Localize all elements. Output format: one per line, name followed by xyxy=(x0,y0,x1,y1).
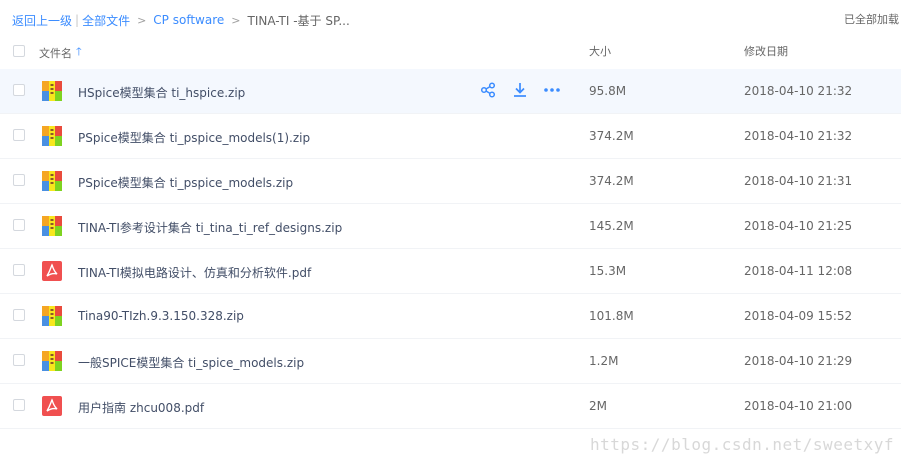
file-row[interactable]: PSpice模型集合 ti_pspice_models.zip 374.2M 201… xyxy=(0,159,901,204)
file-row[interactable]: PSpice模型集合 ti_pspice_models(1).zip 374.2M… xyxy=(0,114,901,159)
row-checkbox[interactable] xyxy=(13,264,25,276)
file-date: 2018-04-10 21:31 xyxy=(744,174,853,188)
file-size: 15.3M xyxy=(589,264,627,278)
file-size: 374.2M xyxy=(589,174,634,188)
pdf-icon xyxy=(42,396,62,416)
file-name[interactable]: 用户指南 zhcu008.pdf xyxy=(78,399,204,416)
header-name-label: 文件名 xyxy=(39,46,72,60)
file-size: 101.8M xyxy=(589,309,634,323)
breadcrumb-all-files-link[interactable]: 全部文件 xyxy=(82,12,130,29)
row-checkbox[interactable] xyxy=(13,174,25,186)
file-row[interactable]: TINA-TI模拟电路设计、仿真和分析软件.pdf 15.3M 2018-04-11… xyxy=(0,249,901,294)
file-size: 374.2M xyxy=(589,129,634,143)
file-date: 2018-04-10 21:32 xyxy=(744,84,853,98)
row-checkbox[interactable] xyxy=(13,84,25,96)
header-size-column[interactable]: 大小 xyxy=(589,43,611,59)
file-name[interactable]: TINA-TI参考设计集合 ti_tina_ti_ref_designs.zip xyxy=(78,219,342,236)
breadcrumb-back-link[interactable]: 返回上一级 xyxy=(12,12,72,29)
row-checkbox[interactable] xyxy=(13,399,25,411)
file-size: 145.2M xyxy=(589,219,634,233)
sort-arrow-up-icon: 🡑 xyxy=(76,45,82,58)
file-size: 2M xyxy=(589,399,607,413)
zip-archive-icon xyxy=(42,81,62,101)
file-row[interactable]: 一般SPICE模型集合 ti_spice_models.zip 1.2M 2018-… xyxy=(0,339,901,384)
list-header: 文件名 🡑 大小 修改日期 xyxy=(0,32,901,70)
header-date-column[interactable]: 修改日期 xyxy=(744,43,788,59)
breadcrumb-divider: | xyxy=(75,13,80,27)
file-date: 2018-04-09 15:52 xyxy=(744,309,853,323)
select-all-checkbox[interactable] xyxy=(13,45,25,57)
zip-archive-icon xyxy=(42,126,62,146)
file-name[interactable]: PSpice模型集合 ti_pspice_models(1).zip xyxy=(78,129,310,146)
file-row[interactable]: TINA-TI参考设计集合 ti_tina_ti_ref_designs.zip… xyxy=(0,204,901,249)
file-row[interactable]: 用户指南 zhcu008.pdf 2M 2018-04-10 21:00 xyxy=(0,384,901,429)
watermark: https://blog.csdn.net/sweetxyf xyxy=(590,435,894,454)
file-date: 2018-04-10 21:29 xyxy=(744,354,853,368)
breadcrumb: 返回上一级 | 全部文件 > CP software > TINA-TI -基于… xyxy=(12,11,350,29)
file-browser: 返回上一级 | 全部文件 > CP software > TINA-TI -基于… xyxy=(0,0,901,467)
breadcrumb-folder-link[interactable]: CP software xyxy=(153,13,224,27)
file-name[interactable]: HSpice模型集合 ti_hspice.zip xyxy=(78,84,245,101)
file-date: 2018-04-10 21:00 xyxy=(744,399,853,413)
download-icon xyxy=(512,82,528,101)
download-button[interactable] xyxy=(511,82,529,100)
file-date: 2018-04-11 12:08 xyxy=(744,264,853,278)
row-checkbox[interactable] xyxy=(13,309,25,321)
row-checkbox[interactable] xyxy=(13,354,25,366)
file-date: 2018-04-10 21:32 xyxy=(744,129,853,143)
zip-archive-icon xyxy=(42,306,62,326)
chevron-right-icon: > xyxy=(231,13,241,27)
file-size: 1.2M xyxy=(589,354,619,368)
loaded-status: 已全部加载 xyxy=(844,13,899,26)
share-icon xyxy=(480,81,496,101)
zip-archive-icon xyxy=(42,351,62,371)
file-row[interactable]: HSpice模型集合 ti_hspice.zip 95.8M 2018-04-10 … xyxy=(0,69,901,114)
chevron-right-icon: > xyxy=(137,13,147,27)
more-button[interactable] xyxy=(543,82,561,100)
file-date: 2018-04-10 21:25 xyxy=(744,219,853,233)
file-size: 95.8M xyxy=(589,84,627,98)
file-list: HSpice模型集合 ti_hspice.zip 95.8M 2018-04-10 … xyxy=(0,69,901,429)
pdf-icon xyxy=(42,261,62,281)
share-button[interactable] xyxy=(479,81,497,101)
zip-archive-icon xyxy=(42,216,62,236)
more-icon xyxy=(543,82,561,101)
file-row[interactable]: Tina90-TIzh.9.3.150.328.zip 101.8M 2018-04… xyxy=(0,294,901,339)
row-checkbox[interactable] xyxy=(13,129,25,141)
file-name[interactable]: Tina90-TIzh.9.3.150.328.zip xyxy=(78,309,244,323)
header-name-column[interactable]: 文件名 🡑 xyxy=(39,43,82,62)
breadcrumb-current: TINA-TI -基于 SP... xyxy=(247,13,350,28)
file-name[interactable]: TINA-TI模拟电路设计、仿真和分析软件.pdf xyxy=(78,264,311,281)
row-checkbox[interactable] xyxy=(13,219,25,231)
file-name[interactable]: 一般SPICE模型集合 ti_spice_models.zip xyxy=(78,354,304,371)
file-name[interactable]: PSpice模型集合 ti_pspice_models.zip xyxy=(78,174,293,191)
zip-archive-icon xyxy=(42,171,62,191)
row-actions xyxy=(479,81,575,101)
